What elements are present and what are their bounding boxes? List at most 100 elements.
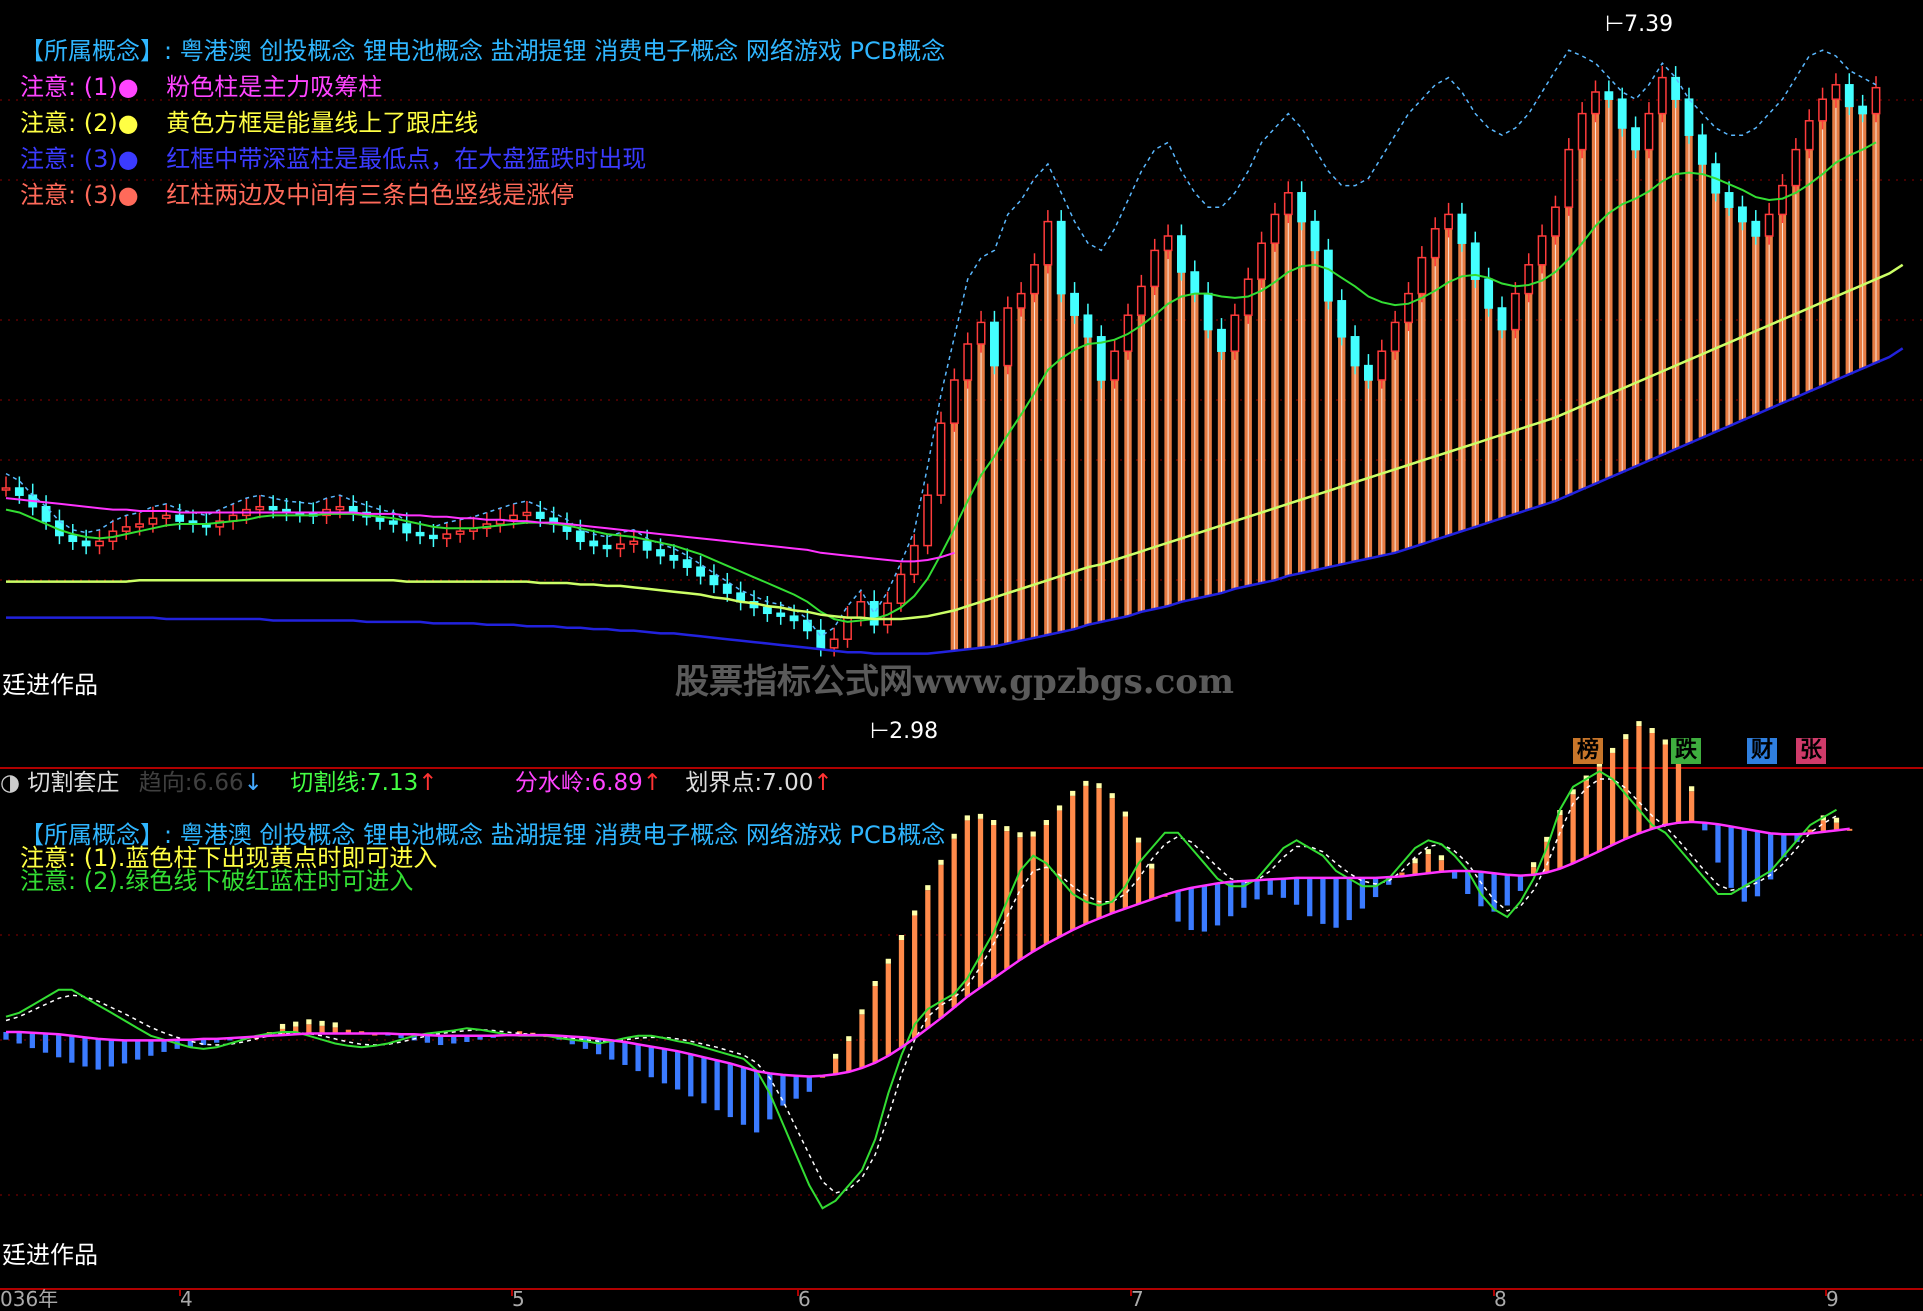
histogram-bar xyxy=(1070,795,1076,931)
boundary-arrow-icon: ↑ xyxy=(813,770,833,796)
histogram-cap xyxy=(925,885,931,891)
candle-body xyxy=(81,540,91,547)
indicator-name[interactable]: 切割套庄 xyxy=(27,770,119,796)
candle-body xyxy=(990,321,999,367)
tag-bang[interactable]: 榜 xyxy=(1573,738,1604,764)
candle-body xyxy=(1738,206,1747,223)
histogram-bar xyxy=(859,1014,865,1069)
candle-body xyxy=(1764,213,1774,237)
candle-body xyxy=(1404,292,1413,324)
candle-body xyxy=(1871,86,1881,115)
top-note-1: 注意: (1)● 粉色柱是主力吸筹柱 xyxy=(20,72,382,102)
histogram-bar xyxy=(1030,836,1036,952)
watermark: 股票指标公式网www.gpzbgs.com xyxy=(675,662,1234,702)
histogram-bar xyxy=(82,1037,88,1067)
time-label-0: 036年 xyxy=(0,1287,59,1311)
tag-zhang[interactable]: 张 xyxy=(1796,738,1827,764)
tag-die[interactable]: 跌 xyxy=(1671,738,1702,764)
candle-body xyxy=(1804,120,1814,151)
histogram-bar xyxy=(674,1051,681,1090)
histogram-cap xyxy=(991,820,997,825)
histogram-cap xyxy=(1135,837,1142,843)
candle-body xyxy=(1150,249,1160,288)
candle-body xyxy=(1657,76,1667,115)
candle-body xyxy=(1043,220,1053,266)
candle-body xyxy=(1257,242,1266,280)
candle-body xyxy=(1684,98,1694,136)
histogram-cap xyxy=(833,1053,839,1059)
histogram-cap xyxy=(977,813,984,819)
time-label-3: 6 xyxy=(798,1287,811,1311)
candle-body xyxy=(1697,134,1707,165)
histogram-cap xyxy=(293,1021,299,1027)
candle-body xyxy=(1056,220,1066,295)
bottom-note-2: 注意: (2).绿色线下破红蓝柱时可进入 xyxy=(20,867,414,895)
histogram-cap xyxy=(1438,855,1445,861)
candle-body xyxy=(1163,235,1173,252)
candle-body xyxy=(1070,292,1079,316)
candle-body xyxy=(1003,307,1013,367)
boundary-value: 7.00 xyxy=(762,770,814,796)
candle-body xyxy=(522,511,532,517)
candle-body xyxy=(1203,292,1213,331)
candle-body xyxy=(669,554,679,561)
histogram-cap xyxy=(1689,786,1695,792)
top-concept-value: 粤港澳 创投概念 锂电池概念 盐湖提锂 消费电子概念 网络游戏 PCB概念 xyxy=(179,37,946,65)
histogram-bar xyxy=(780,1074,786,1106)
histogram-cap xyxy=(279,1023,286,1029)
candle-body xyxy=(1844,84,1854,108)
high-marker: ⊢7.39 xyxy=(1605,12,1674,37)
trend-label: 趋向: xyxy=(138,770,193,796)
histogram-bar xyxy=(1122,816,1128,909)
top-note-2-prefix: 注意: (2)● xyxy=(20,109,139,137)
histogram-cap xyxy=(859,1009,865,1015)
histogram-bar xyxy=(609,1040,615,1060)
histogram-cap xyxy=(898,935,905,940)
histogram-bar xyxy=(951,838,957,1008)
candle-body xyxy=(1177,235,1186,273)
top-note-3: 注意: (3)● 红框中带深蓝柱是最低点，在大盘猛跌时出现 xyxy=(20,144,646,174)
tag-cai[interactable]: 财 xyxy=(1747,738,1778,764)
watershed-value: 6.89 xyxy=(591,770,643,796)
indicator-toggle-icon[interactable]: ◑ xyxy=(0,770,20,796)
high-marker-value: 7.39 xyxy=(1624,12,1674,37)
candle-body xyxy=(1444,213,1453,230)
histogram-bar xyxy=(806,1076,812,1092)
histogram-bar xyxy=(1517,875,1524,891)
histogram-cap xyxy=(964,815,970,821)
top-note-1-text: 粉色柱是主力吸筹柱 xyxy=(166,73,383,101)
candle-body xyxy=(789,615,799,622)
histogram-bar xyxy=(898,940,905,1048)
candle-body xyxy=(976,321,986,345)
candle-body xyxy=(535,511,545,519)
candle-body xyxy=(455,530,465,535)
candle-body xyxy=(95,540,104,547)
histogram-cap xyxy=(1425,849,1431,855)
histogram-bar xyxy=(1583,780,1589,858)
candle-body xyxy=(1724,192,1734,208)
candle-body xyxy=(1364,364,1373,381)
histogram-bar xyxy=(1017,837,1023,960)
top-note-4-prefix: 注意: (3)● xyxy=(20,181,139,209)
top-note-1-prefix: 注意: (1)● xyxy=(20,73,139,101)
histogram-cap xyxy=(1070,790,1076,796)
candle-body xyxy=(1230,314,1240,352)
histogram-bar xyxy=(740,1067,747,1125)
time-label-4: 7 xyxy=(1131,1287,1144,1311)
histogram-bar xyxy=(727,1063,733,1118)
histogram-bar xyxy=(1662,744,1668,825)
candle-body xyxy=(255,505,265,511)
candle-body xyxy=(589,540,599,547)
trend-arrow-icon: ↓ xyxy=(243,770,263,796)
histogram-bar xyxy=(306,1024,312,1034)
histogram-bar xyxy=(1320,877,1326,924)
top-note-2-text: 黄色方框是能量线上了跟庄线 xyxy=(166,109,479,137)
low-marker-value: 2.98 xyxy=(889,719,939,744)
top-note-3-prefix: 注意: (3)● xyxy=(20,145,139,173)
candle-body xyxy=(709,575,719,586)
histogram-cap xyxy=(1662,739,1668,745)
histogram-bar xyxy=(95,1038,101,1070)
histogram-cap xyxy=(306,1019,312,1025)
candle-body xyxy=(1030,264,1039,295)
watershed-label: 分水岭: xyxy=(514,770,592,796)
